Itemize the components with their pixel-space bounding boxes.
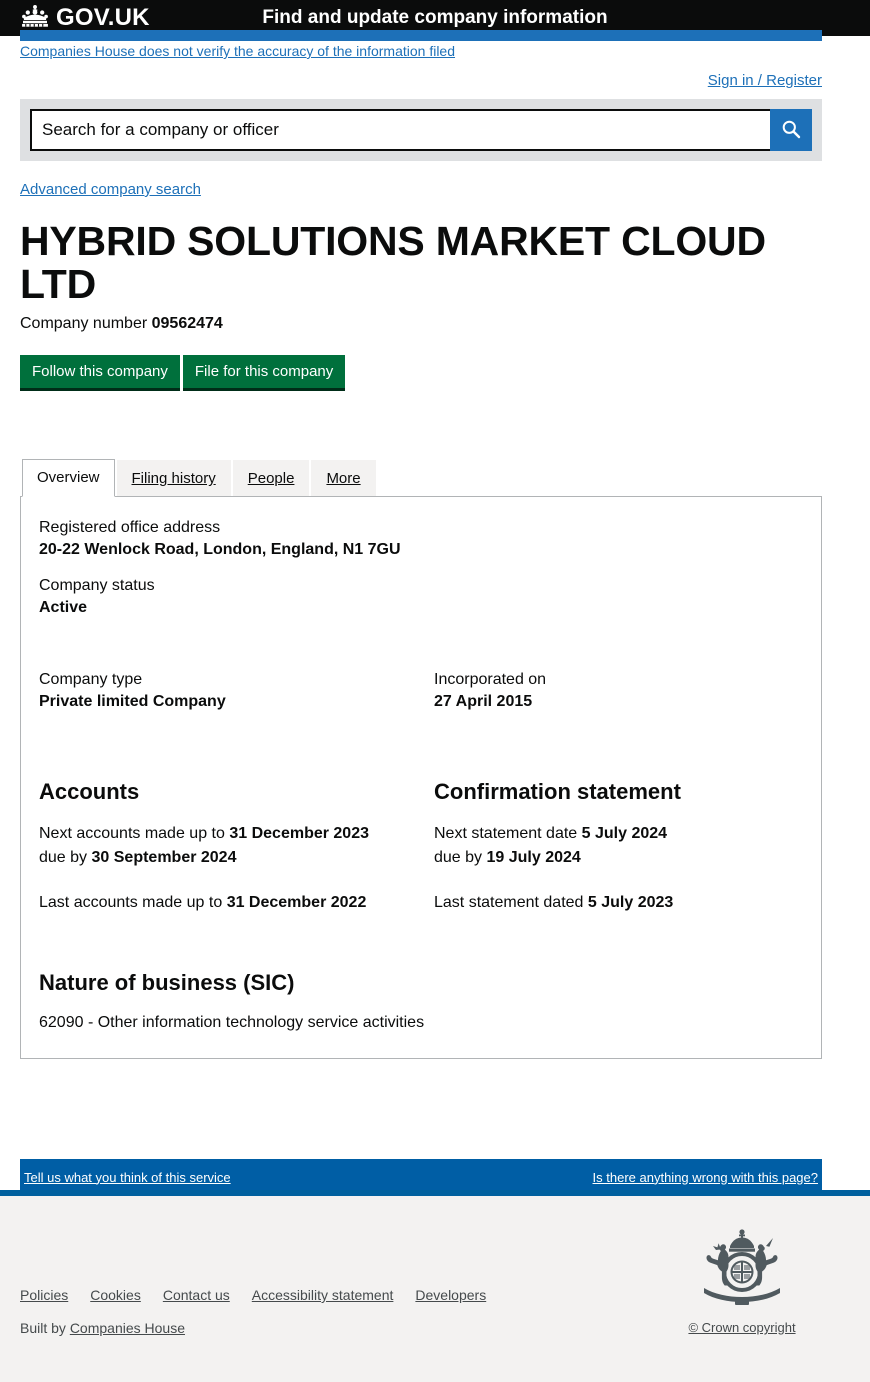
confirmation-statement-heading: Confirmation statement [434,779,681,805]
accounts-last-date: 31 December 2022 [226,894,367,912]
accounts-due-prefix: due by [39,848,88,866]
footer-inner: Policies Cookies Contact us Accessibilit… [20,1196,822,1382]
company-status-value: Active [39,599,88,617]
incorporated-value: 27 April 2015 [434,693,533,711]
report-problem-link[interactable]: Is there anything wrong with this page? [593,1170,818,1185]
sic-heading: Nature of business (SIC) [39,969,295,995]
sign-in-register-link[interactable]: Sign in / Register [708,72,822,89]
registered-office-value: 20-22 Wenlock Road, London, England, N1 … [39,541,401,559]
overview-panel: Registered office address 20-22 Wenlock … [20,496,822,1059]
search-icon [781,119,801,142]
crest-wrap: © Crown copyright [662,1225,822,1335]
crown-icon [20,4,50,33]
company-action-buttons: Follow this company File for this compan… [20,355,822,392]
accounts-next-prefix: Next accounts made up to [39,825,225,843]
accounts-due-line: due by 30 September 2024 [39,847,434,869]
footer-link-developers[interactable]: Developers [415,1287,486,1303]
statement-due-date: 19 July 2024 [486,848,581,866]
registered-office-block: Registered office address 20-22 Wenlock … [39,519,803,559]
statement-last-date: 5 July 2023 [587,894,674,912]
filing-dates-row: Accounts Next accounts made up to 31 Dec… [39,779,803,916]
accounts-heading: Accounts [39,779,140,805]
statement-next-line: Next statement date 5 July 2024 [434,823,803,845]
built-by-prefix: Built by [20,1320,66,1336]
page-container: Companies House does not verify the accu… [20,36,822,1059]
company-status-block: Company status Active [39,577,803,617]
feedback-tell-us-link[interactable]: Tell us what you think of this service [24,1170,231,1185]
footer-link-accessibility-statement[interactable]: Accessibility statement [252,1287,394,1303]
company-type-value: Private limited Company [39,693,226,711]
accounts-next-line: Next accounts made up to 31 December 202… [39,823,434,845]
accounts-last-line: Last accounts made up to 31 December 202… [39,892,434,914]
built-by-companies-house-link[interactable]: Companies House [70,1320,185,1336]
sic-code-description: 62090 - Other information technology ser… [39,1013,425,1031]
confirmation-statement-block: Confirmation statement Next statement da… [434,779,803,916]
accounts-next-date: 31 December 2023 [229,825,369,843]
tab-filing-history[interactable]: Filing history [116,460,231,497]
company-number-label: Company number [20,315,148,333]
statement-last-prefix: Last statement dated [434,894,584,912]
accounts-last-prefix: Last accounts made up to [39,894,223,912]
accounts-block: Accounts Next accounts made up to 31 Dec… [39,779,434,916]
tab-people[interactable]: People [232,460,310,497]
page-title: HYBRID SOLUTIONS MARKET CLOUD LTD [20,218,766,308]
file-for-company-button[interactable]: File for this company [182,355,346,392]
site-footer: Policies Cookies Contact us Accessibilit… [0,1196,870,1382]
company-type-row: Company type Private limited Company Inc… [39,671,803,711]
search-input[interactable] [30,109,770,151]
company-tabs: Overview Filing history People More [20,459,822,498]
footer-links: Policies Cookies Contact us Accessibilit… [20,1287,486,1303]
registered-office-label: Registered office address [39,519,221,537]
follow-company-button[interactable]: Follow this company [20,355,180,392]
statement-next-date: 5 July 2024 [581,825,668,843]
crown-copyright-link[interactable]: © Crown copyright [662,1320,822,1335]
statement-due-prefix: due by [434,848,483,866]
footer-link-cookies[interactable]: Cookies [90,1287,141,1303]
govuk-brand-text: GOV.UK [56,4,150,31]
accuracy-notice-link[interactable]: Companies House does not verify the accu… [20,43,455,59]
tab-overview[interactable]: Overview [22,459,115,498]
search-button[interactable] [770,109,812,151]
company-status-label: Company status [39,577,155,595]
sic-block: Nature of business (SIC) 62090 - Other i… [39,970,803,1032]
company-type-label: Company type [39,671,143,689]
search-bar [20,99,822,161]
govuk-home-link[interactable]: GOV.UK [20,4,150,33]
accounts-due-date: 30 September 2024 [91,848,237,866]
statement-due-line: due by 19 July 2024 [434,847,803,869]
company-number-value: 09562474 [151,315,223,333]
footer-link-policies[interactable]: Policies [20,1287,68,1303]
account-bar: Sign in / Register [20,72,822,90]
built-by: Built by Companies House [20,1320,185,1336]
incorporated-label: Incorporated on [434,671,547,689]
royal-coat-of-arms-icon [690,1229,794,1315]
advanced-company-search-link[interactable]: Advanced company search [20,181,201,198]
company-type-block: Company type Private limited Company [39,671,434,711]
incorporated-block: Incorporated on 27 April 2015 [434,671,803,711]
tab-more[interactable]: More [311,460,376,497]
statement-next-prefix: Next statement date [434,825,578,843]
footer-link-contact-us[interactable]: Contact us [163,1287,230,1303]
statement-last-line: Last statement dated 5 July 2023 [434,892,803,914]
company-number: Company number 09562474 [20,315,822,333]
